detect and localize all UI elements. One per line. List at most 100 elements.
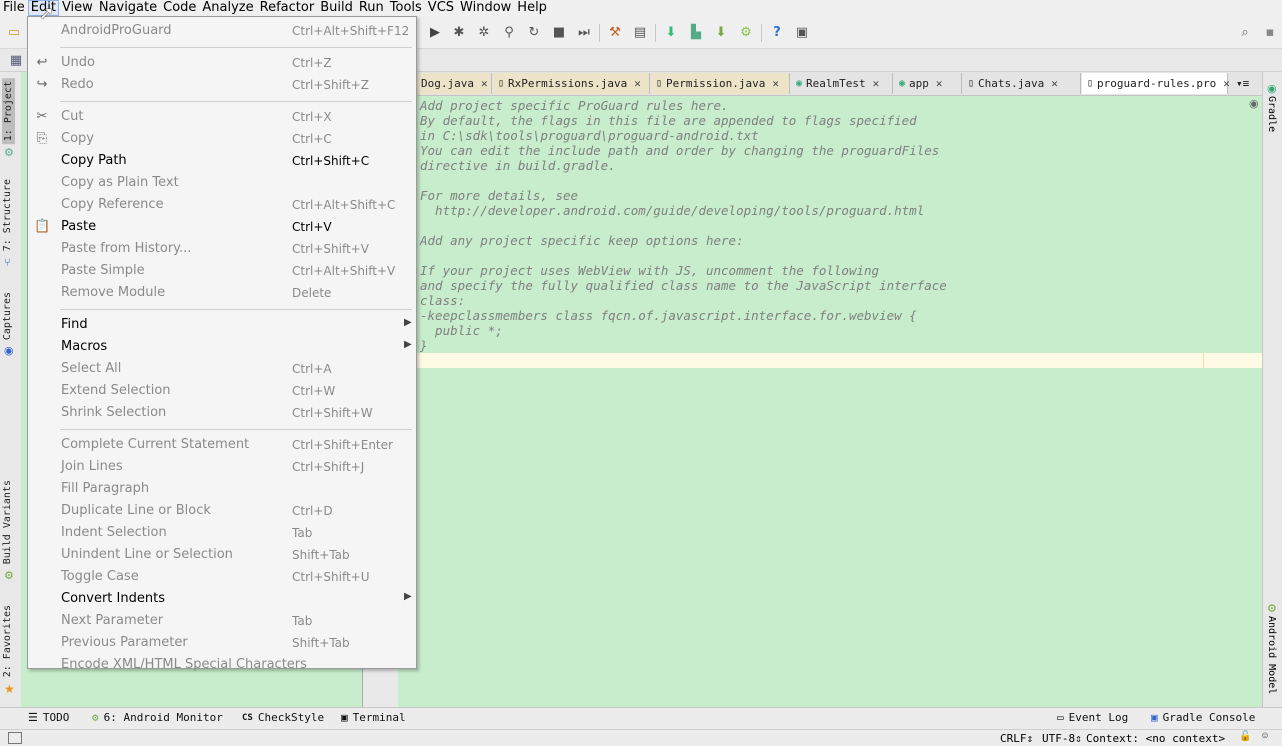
- menu-item-indent-selection[interactable]: Indent Selection Tab: [28, 522, 416, 544]
- tab-permission-java[interactable]: ▯ Permission.java ✕: [651, 73, 790, 94]
- menu-item-copy-reference[interactable]: Copy Reference Ctrl+Alt+Shift+C: [28, 194, 416, 216]
- menu-navigate[interactable]: Navigate: [96, 0, 160, 16]
- close-icon[interactable]: ✕: [873, 77, 880, 90]
- close-icon[interactable]: ✕: [936, 77, 943, 90]
- android-icon: ⚙: [92, 711, 99, 724]
- encoding-widget[interactable]: UTF-8⇕: [1042, 732, 1082, 745]
- close-icon[interactable]: ✕: [634, 77, 641, 90]
- device-monitor-icon[interactable]: ▣: [794, 24, 810, 40]
- tool-gradle-console[interactable]: ▣ Gradle Console: [1151, 711, 1255, 724]
- tab-dog-java[interactable]: Dog.java ✕: [416, 73, 492, 94]
- open-folder-icon[interactable]: ▭: [6, 24, 22, 40]
- menu-item-fill-paragraph[interactable]: Fill Paragraph: [28, 478, 416, 500]
- tab-overflow-button[interactable]: ▾≡: [1232, 73, 1262, 94]
- android-icon[interactable]: ⚙: [738, 24, 754, 40]
- menu-item-duplicate-line-or-block[interactable]: Duplicate Line or Block Ctrl+D: [28, 500, 416, 522]
- menu-code[interactable]: Code: [160, 0, 199, 16]
- menu-tools[interactable]: Tools: [387, 0, 425, 16]
- menu-item-cut[interactable]: ✂ Cut Ctrl+X: [28, 106, 416, 128]
- line-separator-widget[interactable]: CRLF⇕: [1000, 732, 1033, 745]
- search-icon[interactable]: ⌕: [1237, 24, 1253, 40]
- tab-rxpermissions-java[interactable]: ▯ RxPermissions.java ✕: [493, 73, 650, 94]
- menu-item-paste[interactable]: 📋 Paste Ctrl+V: [28, 216, 416, 238]
- tool-android-monitor[interactable]: ⚙ 6: Android Monitor: [92, 711, 223, 724]
- project-structure-icon[interactable]: ⚒: [607, 24, 623, 40]
- menu-item-macros[interactable]: Macros ▶: [28, 336, 416, 358]
- settings-icon[interactable]: ▪: [1262, 24, 1278, 40]
- sync-icon[interactable]: ▤: [632, 24, 648, 40]
- tool-todo[interactable]: ☰ TODO: [28, 711, 69, 724]
- menu-item-undo[interactable]: ↩ Undo Ctrl+Z: [28, 52, 416, 74]
- module-icon[interactable]: ▦: [8, 52, 24, 68]
- sdk-manager-icon[interactable]: ▙: [688, 24, 704, 40]
- menu-item-shrink-selection[interactable]: Shrink Selection Ctrl+Shift+W: [28, 402, 416, 424]
- menu-item-redo[interactable]: ↪ Redo Ctrl+Shift+Z: [28, 74, 416, 96]
- menu-item-shortcut: Ctrl+Shift+W: [292, 406, 373, 420]
- tab-chats-java[interactable]: ▯ Chats.java ✕: [963, 73, 1081, 94]
- tab-proguard-rules[interactable]: ▯ proguard-rules.pro ✕: [1082, 73, 1230, 94]
- menu-item-paste-simple[interactable]: Paste Simple Ctrl+Alt+Shift+V: [28, 260, 416, 282]
- menu-refactor[interactable]: Refactor: [257, 0, 318, 16]
- menu-item-extend-selection[interactable]: Extend Selection Ctrl+W: [28, 380, 416, 402]
- tab-realmtest[interactable]: ◉ RealmTest ✕: [791, 73, 893, 94]
- menu-vcs[interactable]: VCS: [425, 0, 457, 16]
- eye-icon[interactable]: ◉: [1249, 97, 1259, 110]
- code-editor[interactable]: Add project specific ProGuard rules here…: [398, 96, 1262, 707]
- run-icon[interactable]: ▶: [427, 24, 443, 40]
- close-icon[interactable]: ✕: [1223, 77, 1230, 90]
- menu-item-label: Copy: [61, 131, 94, 146]
- tool-tab-android-model[interactable]: Android Model: [1266, 616, 1277, 694]
- menu-item-copy[interactable]: ⎘ Copy Ctrl+C: [28, 128, 416, 150]
- menu-item-copy-path[interactable]: Copy Path Ctrl+Shift+C: [28, 150, 416, 172]
- menu-item-androidproguard[interactable]: AndroidProGuard Ctrl+Alt+Shift+F12: [28, 20, 416, 42]
- menu-item-toggle-case[interactable]: Toggle Case Ctrl+Shift+U: [28, 566, 416, 588]
- close-icon[interactable]: ✕: [481, 77, 488, 90]
- menu-item-join-lines[interactable]: Join Lines Ctrl+Shift+J: [28, 456, 416, 478]
- menu-item-find[interactable]: Find ▶: [28, 314, 416, 336]
- lock-icon[interactable]: 🔓: [1239, 731, 1251, 742]
- menu-analyze[interactable]: Analyze: [199, 0, 256, 16]
- context-widget[interactable]: Context: <no context>: [1086, 732, 1225, 745]
- tool-event-log[interactable]: ▭ Event Log: [1057, 711, 1128, 724]
- menu-build[interactable]: Build: [317, 0, 356, 16]
- menu-item-paste-from-history[interactable]: Paste from History... Ctrl+Shift+V: [28, 238, 416, 260]
- tool-tab-gradle[interactable]: Gradle: [1266, 96, 1277, 132]
- tool-tab-project[interactable]: 1: Project: [2, 78, 15, 145]
- menu-file[interactable]: File: [0, 0, 28, 16]
- menu-item-complete-current-statement[interactable]: Complete Current Statement Ctrl+Shift+Ent…: [28, 434, 416, 456]
- avd-manager-icon[interactable]: ⬇: [663, 24, 679, 40]
- coverage-icon[interactable]: ✲: [476, 24, 492, 40]
- android-download-icon[interactable]: ⬇: [713, 24, 729, 40]
- menu-item-select-all[interactable]: Select All Ctrl+A: [28, 358, 416, 380]
- tool-tab-build-variants[interactable]: Build Variants: [2, 480, 13, 564]
- menu-item-unindent-line-or-selection[interactable]: Unindent Line or Selection Shift+Tab: [28, 544, 416, 566]
- tool-tab-captures[interactable]: Captures: [2, 292, 13, 340]
- panel-toggle-icon[interactable]: [8, 732, 22, 744]
- menu-window[interactable]: Window: [457, 0, 514, 16]
- close-icon[interactable]: ✕: [772, 77, 779, 90]
- step-icon[interactable]: ⏭: [576, 24, 592, 40]
- stop-icon[interactable]: ■: [551, 24, 567, 40]
- menu-view[interactable]: View: [59, 0, 96, 16]
- close-icon[interactable]: ✕: [1051, 77, 1058, 90]
- profile-icon[interactable]: ⚲: [501, 24, 517, 40]
- help-icon[interactable]: ?: [769, 24, 785, 40]
- rerun-icon[interactable]: ↻: [526, 24, 542, 40]
- tab-app[interactable]: ◉ app ✕: [894, 73, 962, 94]
- menu-run[interactable]: Run: [356, 0, 387, 16]
- menu-item-next-parameter[interactable]: Next Parameter Tab: [28, 610, 416, 632]
- debug-icon[interactable]: ✱: [451, 24, 467, 40]
- tool-checkstyle[interactable]: CS CheckStyle: [242, 711, 324, 724]
- menu-item-encode-xml-html-special-characters[interactable]: Encode XML/HTML Special Characters: [28, 654, 416, 676]
- tool-tab-favorites[interactable]: 2: Favorites: [2, 605, 13, 677]
- tool-tab-structure[interactable]: 7: Structure: [2, 179, 13, 251]
- tool-terminal[interactable]: ▣ Terminal: [341, 711, 406, 724]
- menu-item-previous-parameter[interactable]: Previous Parameter Shift+Tab: [28, 632, 416, 654]
- menu-item-copy-as-plain-text[interactable]: Copy as Plain Text: [28, 172, 416, 194]
- menu-help[interactable]: Help: [514, 0, 550, 16]
- menu-item-remove-module[interactable]: Remove Module Delete: [28, 282, 416, 304]
- inspector-icon[interactable]: ☺: [1262, 731, 1268, 742]
- menu-item-convert-indents[interactable]: Convert Indents ▶: [28, 588, 416, 610]
- menu-item-shortcut: Shift+Tab: [292, 548, 350, 562]
- menu-item-shortcut: Delete: [292, 286, 332, 300]
